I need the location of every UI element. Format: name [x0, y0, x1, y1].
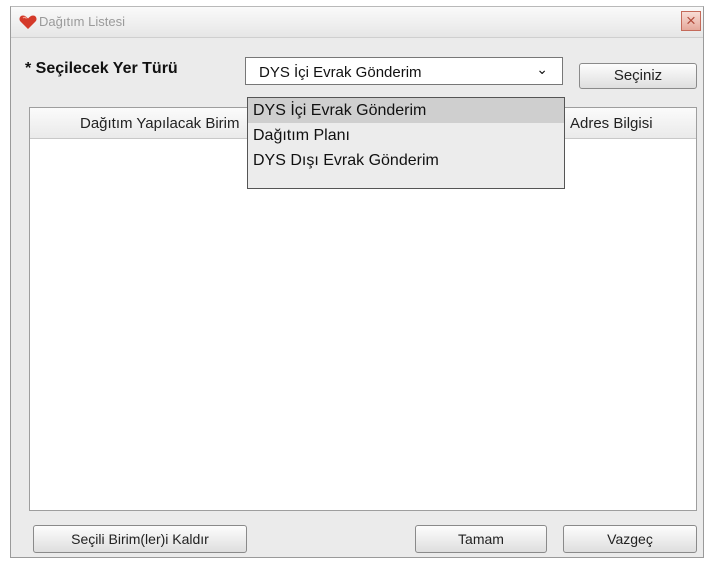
- close-icon: ×: [686, 11, 696, 30]
- title-bar[interactable]: Dağıtım Listesi ×: [11, 7, 703, 38]
- chevron-down-icon: ⌄: [536, 61, 548, 77]
- dropdown-option-dys-external[interactable]: DYS Dışı Evrak Gönderim: [248, 148, 564, 173]
- distribution-list-dialog: Dağıtım Listesi × * Seçilecek Yer Türü D…: [10, 6, 704, 558]
- location-type-label: * Seçilecek Yer Türü: [25, 60, 178, 77]
- red-heart-icon: [19, 15, 37, 29]
- location-type-select-value: DYS İçi Evrak Gönderim: [259, 64, 422, 81]
- close-button[interactable]: ×: [681, 11, 701, 31]
- dropdown-option-distribution-plan[interactable]: Dağıtım Planı: [248, 123, 564, 148]
- remove-selected-units-button[interactable]: Seçili Birim(ler)i Kaldır: [33, 525, 247, 553]
- select-button[interactable]: Seçiniz: [579, 63, 697, 89]
- ok-button-label: Tamam: [458, 531, 504, 547]
- window-title: Dağıtım Listesi: [39, 14, 125, 29]
- column-header-address[interactable]: Adres Bilgisi: [570, 115, 653, 132]
- column-header-unit[interactable]: Dağıtım Yapılacak Birim: [80, 115, 240, 132]
- remove-selected-units-label: Seçili Birim(ler)i Kaldır: [71, 531, 209, 547]
- cancel-button[interactable]: Vazgeç: [563, 525, 697, 553]
- select-button-label: Seçiniz: [613, 67, 663, 84]
- location-type-select[interactable]: DYS İçi Evrak Gönderim ⌄: [245, 57, 563, 85]
- location-type-dropdown: DYS İçi Evrak Gönderim Dağıtım Planı DYS…: [247, 97, 565, 189]
- cancel-button-label: Vazgeç: [607, 531, 653, 547]
- dropdown-option-dys-internal[interactable]: DYS İçi Evrak Gönderim: [248, 98, 564, 123]
- ok-button[interactable]: Tamam: [415, 525, 547, 553]
